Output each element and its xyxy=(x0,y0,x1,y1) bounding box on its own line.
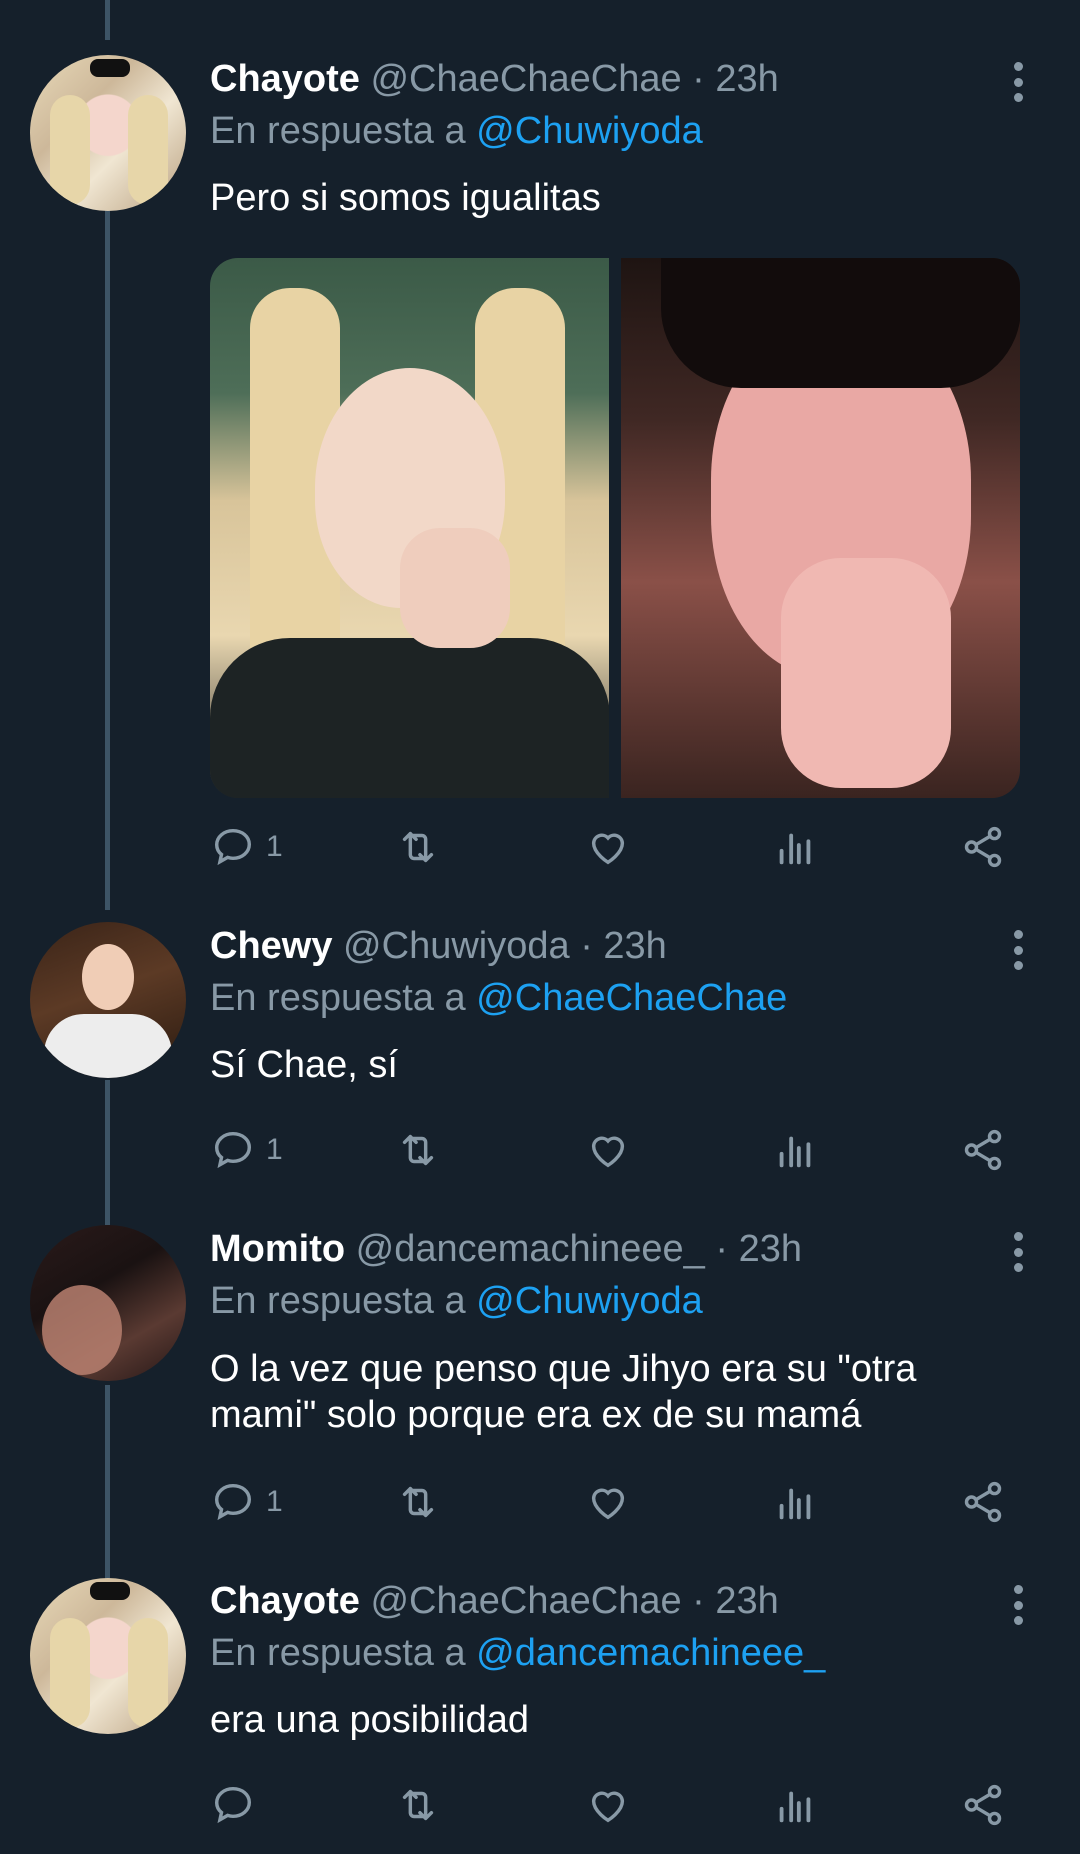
more-icon[interactable] xyxy=(1008,1232,1028,1272)
like-button[interactable] xyxy=(585,822,631,872)
reply-prefix: En respuesta a xyxy=(210,1280,466,1322)
retweet-icon xyxy=(402,1486,434,1518)
display-name[interactable]: Momito xyxy=(210,1228,345,1270)
tweet-text: Sí Chae, sí xyxy=(210,1044,398,1086)
user-handle[interactable]: @ChaeChaeChae xyxy=(370,1580,681,1622)
retweet-icon xyxy=(402,1134,434,1166)
reply-icon xyxy=(214,1131,252,1169)
tweet-text: Pero si somos igualitas xyxy=(210,177,601,219)
reply-prefix: En respuesta a xyxy=(210,977,466,1019)
avatar[interactable] xyxy=(30,1578,186,1734)
reply-context: En respuesta a @Chuwiyoda xyxy=(210,110,703,153)
like-button[interactable] xyxy=(585,1780,631,1830)
reply-button[interactable]: 1 xyxy=(210,1125,283,1175)
retweet-button[interactable] xyxy=(395,1125,441,1175)
share-icon xyxy=(964,1481,1002,1523)
tweet-actions: 1 xyxy=(210,1125,1010,1175)
reply-prefix: En respuesta a xyxy=(210,110,466,152)
retweet-button[interactable] xyxy=(395,1477,441,1527)
retweet-icon xyxy=(402,831,434,863)
tweet-actions: 1 xyxy=(210,822,1010,872)
display-name[interactable]: Chewy xyxy=(210,925,332,967)
more-icon[interactable] xyxy=(1008,62,1028,102)
user-handle[interactable]: @dancemachineee_ xyxy=(356,1228,705,1270)
analytics-icon xyxy=(779,1488,811,1520)
timestamp[interactable]: · 23h xyxy=(692,1580,779,1622)
share-button[interactable] xyxy=(960,1125,1006,1175)
reply-context: En respuesta a @dancemachineee_ xyxy=(210,1632,825,1675)
share-button[interactable] xyxy=(960,1780,1006,1830)
reply-mention-link[interactable]: @ChaeChaeChae xyxy=(476,977,787,1019)
reply-count: 1 xyxy=(266,1133,283,1166)
tweet-actions: 1 xyxy=(210,1477,1010,1527)
share-icon xyxy=(964,826,1002,868)
like-icon xyxy=(591,1488,625,1520)
share-button[interactable] xyxy=(960,1477,1006,1527)
tweet-actions xyxy=(210,1780,1010,1830)
timestamp[interactable]: · 23h xyxy=(692,58,779,100)
analytics-button[interactable] xyxy=(772,822,818,872)
reply-prefix: En respuesta a xyxy=(210,1632,466,1674)
reply-button[interactable]: 1 xyxy=(210,1477,283,1527)
share-icon xyxy=(964,1784,1002,1826)
display-name[interactable]: Chayote xyxy=(210,58,360,100)
analytics-icon xyxy=(779,1136,811,1168)
retweet-button[interactable] xyxy=(395,1780,441,1830)
like-button[interactable] xyxy=(585,1125,631,1175)
thread-line xyxy=(105,0,110,40)
more-icon[interactable] xyxy=(1008,1585,1028,1625)
analytics-button[interactable] xyxy=(772,1477,818,1527)
reply-context: En respuesta a @Chuwiyoda xyxy=(210,1280,703,1323)
reply-button[interactable]: 1 xyxy=(210,822,283,872)
reply-icon xyxy=(214,1786,252,1824)
retweet-icon xyxy=(402,1789,434,1821)
user-handle[interactable]: @Chuwiyoda xyxy=(343,925,570,967)
thread-line xyxy=(105,1385,110,1580)
media-grid xyxy=(210,258,1020,798)
retweet-button[interactable] xyxy=(395,822,441,872)
thread-line xyxy=(105,190,110,910)
thread-line xyxy=(105,1080,110,1225)
reply-mention-link[interactable]: @Chuwiyoda xyxy=(476,1280,703,1322)
reply-mention-link[interactable]: @dancemachineee_ xyxy=(476,1632,825,1674)
timestamp[interactable]: · 23h xyxy=(580,925,667,967)
reply-icon xyxy=(214,828,252,866)
avatar[interactable] xyxy=(30,922,186,1078)
avatar[interactable] xyxy=(30,1225,186,1381)
more-icon[interactable] xyxy=(1008,930,1028,970)
tweet-text: era una posibilidad xyxy=(210,1699,530,1741)
reply-mention-link[interactable]: @Chuwiyoda xyxy=(476,110,703,152)
reply-count: 1 xyxy=(266,1485,283,1518)
like-button[interactable] xyxy=(585,1477,631,1527)
analytics-button[interactable] xyxy=(772,1125,818,1175)
like-icon xyxy=(591,1136,625,1168)
tweet-text: O la vez que penso que Jihyo era su "otr… xyxy=(210,1348,917,1436)
analytics-icon xyxy=(779,833,811,865)
media-photo[interactable] xyxy=(210,258,609,798)
tweet-header: Chayote @ChaeChaeChae · 23h xyxy=(210,58,779,101)
tweet-header: Momito @dancemachineee_ · 23h xyxy=(210,1228,802,1271)
user-handle[interactable]: @ChaeChaeChae xyxy=(370,58,681,100)
display-name[interactable]: Chayote xyxy=(210,1580,360,1622)
reply-context: En respuesta a @ChaeChaeChae xyxy=(210,977,787,1020)
reply-count: 1 xyxy=(266,830,283,863)
tweet-header: Chayote @ChaeChaeChae · 23h xyxy=(210,1580,779,1623)
reply-button[interactable] xyxy=(210,1780,266,1830)
like-icon xyxy=(591,1791,625,1823)
timestamp[interactable]: · 23h xyxy=(715,1228,802,1270)
share-icon xyxy=(964,1129,1002,1171)
share-button[interactable] xyxy=(960,822,1006,872)
reply-icon xyxy=(214,1483,252,1521)
avatar[interactable] xyxy=(30,55,186,211)
tweet-header: Chewy @Chuwiyoda · 23h xyxy=(210,925,667,968)
like-icon xyxy=(591,833,625,865)
analytics-button[interactable] xyxy=(772,1780,818,1830)
analytics-icon xyxy=(779,1791,811,1823)
media-photo[interactable] xyxy=(621,258,1020,798)
